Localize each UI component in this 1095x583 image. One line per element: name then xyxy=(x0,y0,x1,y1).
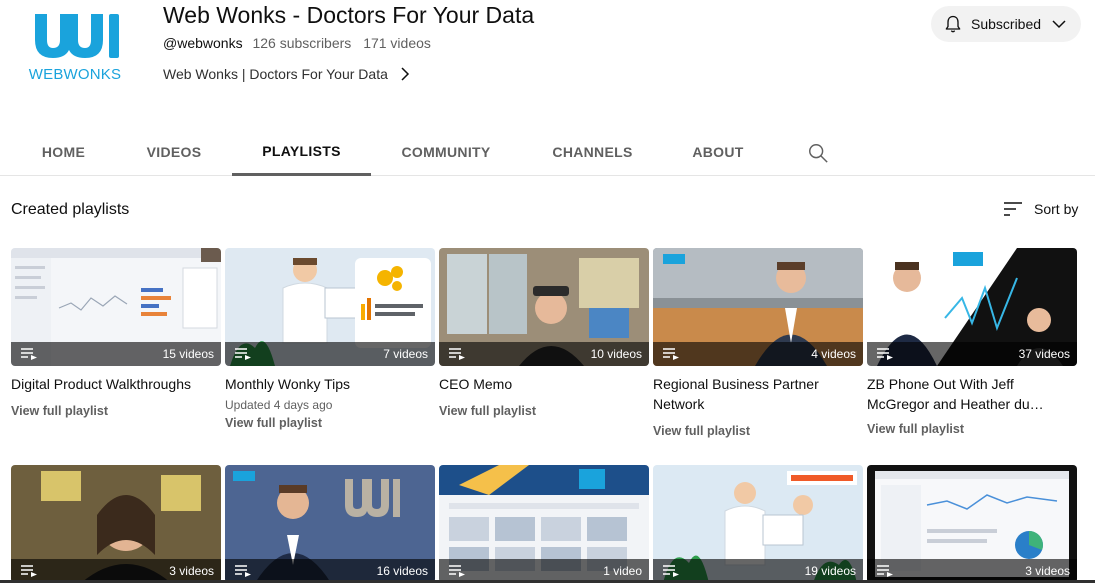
tab-channels[interactable]: CHANNELS xyxy=(541,128,644,176)
video-count-badge: 7 videos xyxy=(383,347,428,361)
playlist-thumbnail[interactable]: 1 video xyxy=(439,465,649,583)
video-count-badge: 10 videos xyxy=(590,347,642,361)
channel-logo[interactable]: WEBWONKS xyxy=(27,10,123,86)
view-full-playlist-link[interactable]: View full playlist xyxy=(225,416,435,430)
channel-description-link[interactable]: Web Wonks | Doctors For Your Data xyxy=(163,66,412,82)
channel-tabs: HOME VIDEOS PLAYLISTS COMMUNITY CHANNELS… xyxy=(0,128,1095,176)
playlist-icon xyxy=(663,565,679,577)
channel-title: Web Wonks - Doctors For Your Data xyxy=(163,2,535,28)
playlist-card: 7 videos Monthly Wonky Tips Updated 4 da… xyxy=(225,248,435,430)
playlist-card: 19 videos xyxy=(653,465,863,583)
view-full-playlist-link[interactable]: View full playlist xyxy=(653,424,863,438)
playlist-title[interactable]: Digital Product Walkthroughs xyxy=(11,374,221,394)
tab-home[interactable]: HOME xyxy=(30,128,97,176)
playlist-icon xyxy=(877,565,893,577)
chevron-right-icon xyxy=(401,67,409,81)
playlist-title[interactable]: Regional Business Partner Network xyxy=(653,374,863,414)
subscriber-count: 126 subscribers xyxy=(252,35,352,51)
search-icon[interactable] xyxy=(807,142,829,164)
chevron-down-icon xyxy=(1052,20,1066,29)
playlist-card: 4 videos Regional Business Partner Netwo… xyxy=(653,248,863,438)
playlist-thumbnail[interactable]: 3 videos xyxy=(11,465,221,583)
playlist-icon xyxy=(21,565,37,577)
bell-icon xyxy=(945,15,961,33)
view-full-playlist-link[interactable]: View full playlist xyxy=(867,422,1077,436)
playlist-thumbnail[interactable]: 10 videos xyxy=(439,248,649,366)
playlist-count-overlay: 37 videos xyxy=(867,342,1077,366)
video-count-badge: 1 video xyxy=(603,564,642,578)
playlist-count-overlay: 10 videos xyxy=(439,342,649,366)
video-count: 171 videos xyxy=(363,35,431,51)
view-full-playlist-link[interactable]: View full playlist xyxy=(439,404,649,418)
playlist-card: 15 videos Digital Product Walkthroughs V… xyxy=(11,248,221,418)
playlist-count-overlay: 4 videos xyxy=(653,342,863,366)
video-count-badge: 19 videos xyxy=(804,564,856,578)
playlist-icon xyxy=(235,348,251,360)
playlist-icon xyxy=(21,348,37,360)
sort-by-label: Sort by xyxy=(1034,201,1079,217)
sort-icon xyxy=(1004,202,1022,216)
playlist-card: 16 videos xyxy=(225,465,435,583)
channel-meta: @webwonks 126 subscribers 171 videos xyxy=(163,35,431,51)
channel-description-text: Web Wonks | Doctors For Your Data xyxy=(163,66,388,82)
playlist-icon xyxy=(235,565,251,577)
playlist-card: 37 videos ZB Phone Out With Jeff McGrego… xyxy=(867,248,1077,436)
webwonks-logo-mark xyxy=(35,14,119,58)
playlist-icon xyxy=(877,348,893,360)
playlist-thumbnail[interactable]: 4 videos xyxy=(653,248,863,366)
video-count-badge: 3 videos xyxy=(1025,564,1070,578)
playlist-thumbnail[interactable]: 37 videos xyxy=(867,248,1077,366)
video-count-badge: 4 videos xyxy=(811,347,856,361)
playlist-card: 1 video xyxy=(439,465,649,583)
video-count-badge: 16 videos xyxy=(376,564,428,578)
tab-about[interactable]: ABOUT xyxy=(682,128,754,176)
playlist-card: 10 videos CEO Memo View full playlist xyxy=(439,248,649,418)
video-count-badge: 3 videos xyxy=(169,564,214,578)
playlist-icon xyxy=(449,348,465,360)
channel-handle: @webwonks xyxy=(163,35,243,51)
playlist-thumbnail[interactable]: 19 videos xyxy=(653,465,863,583)
playlist-title[interactable]: Monthly Wonky Tips xyxy=(225,374,435,394)
video-count-badge: 15 videos xyxy=(162,347,214,361)
playlist-card: 3 videos xyxy=(11,465,221,583)
playlist-thumbnail[interactable]: 7 videos xyxy=(225,248,435,366)
sort-by-button[interactable]: Sort by xyxy=(1002,199,1078,219)
playlist-title[interactable]: CEO Memo xyxy=(439,374,649,394)
tab-videos[interactable]: VIDEOS xyxy=(135,128,213,176)
playlist-icon xyxy=(663,348,679,360)
playlist-thumbnail[interactable]: 15 videos xyxy=(11,248,221,366)
subscribed-button[interactable]: Subscribed xyxy=(931,6,1081,42)
video-count-badge: 37 videos xyxy=(1018,347,1070,361)
playlist-icon xyxy=(449,565,465,577)
logo-wordmark: WEBWONKS xyxy=(28,66,122,83)
tab-community[interactable]: COMMUNITY xyxy=(390,128,502,176)
playlist-thumbnail[interactable]: 3 videos xyxy=(867,465,1077,583)
playlist-count-overlay: 7 videos xyxy=(225,342,435,366)
playlist-thumbnail[interactable]: 16 videos xyxy=(225,465,435,583)
playlist-updated: Updated 4 days ago xyxy=(225,398,333,412)
playlist-title[interactable]: ZB Phone Out With Jeff McGregor and Heat… xyxy=(867,374,1077,414)
playlist-count-overlay: 15 videos xyxy=(11,342,221,366)
section-title: Created playlists xyxy=(11,201,130,218)
tab-playlists[interactable]: PLAYLISTS xyxy=(232,128,371,176)
playlist-card: 3 videos xyxy=(867,465,1077,583)
view-full-playlist-link[interactable]: View full playlist xyxy=(11,404,221,418)
subscribed-label: Subscribed xyxy=(971,16,1042,32)
